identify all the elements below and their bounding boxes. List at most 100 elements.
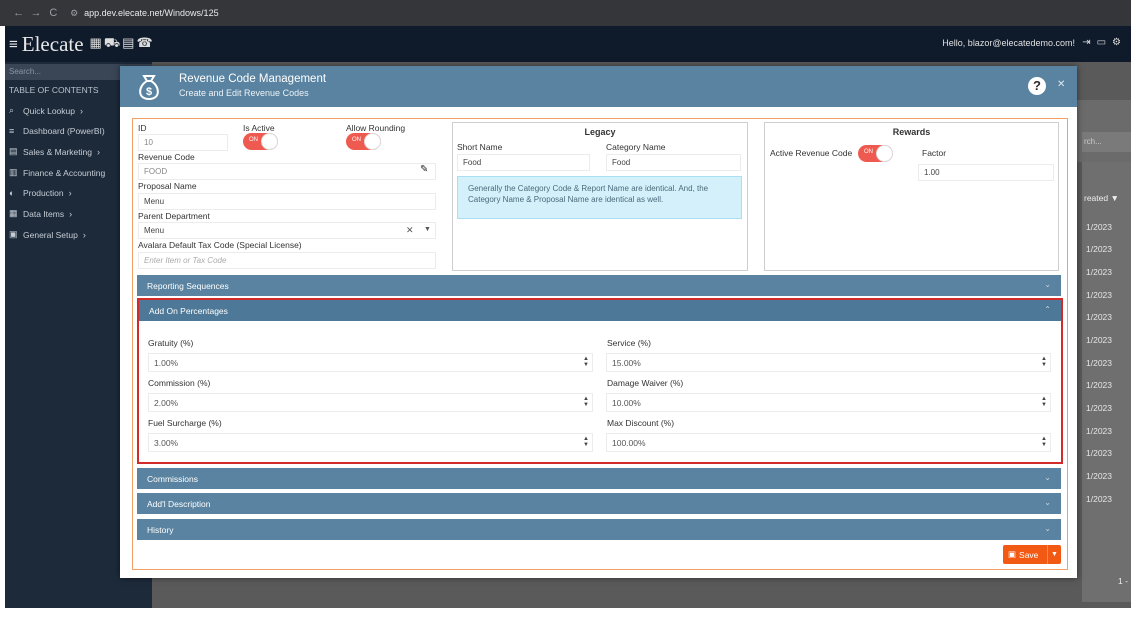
address-bar[interactable]: ⚙ app.dev.elecate.net/Windows/125 xyxy=(70,3,1131,23)
grid-icon: ▦ xyxy=(9,208,18,218)
commission-input[interactable]: 2.00% ▲ ▼ xyxy=(148,393,593,412)
forward-icon[interactable]: → xyxy=(27,7,44,19)
active-revenue-code-label: Active Revenue Code xyxy=(770,148,853,158)
stepper-icon: ▲ ▼ xyxy=(583,436,589,448)
damage-waiver-input[interactable]: 10.00% ▲ ▼ xyxy=(606,393,1051,412)
production-icon: ◐ xyxy=(9,188,15,198)
parent-department-select[interactable]: Menu xyxy=(138,222,436,239)
search-icon: ⌕ xyxy=(9,105,15,115)
user-greeting: Hello, blazor@elecatedemo.com! xyxy=(942,38,1075,48)
tax-code-input[interactable]: Enter Item or Tax Code xyxy=(138,252,436,269)
app-header: ≡ Elecate ▦⛟▤☎ Hello, blazor@elecatedemo… xyxy=(5,26,1131,62)
background-date-cell: 1/2023 xyxy=(1086,358,1112,368)
browser-toolbar: ← → C ⚙ app.dev.elecate.net/Windows/125 xyxy=(0,0,1131,26)
chevron-down-icon[interactable]: ▼ xyxy=(424,226,431,233)
background-date-cell: 1/2023 xyxy=(1086,267,1112,277)
background-pager: 1 - xyxy=(1118,576,1128,586)
fuel-surcharge-label: Fuel Surcharge (%) xyxy=(148,418,222,428)
filter-icon: ▼ xyxy=(1110,193,1119,203)
header-action-icons[interactable]: ⇥▭⚙ xyxy=(1082,37,1127,48)
chart-icon: ▤ xyxy=(9,146,18,156)
id-label: ID xyxy=(138,123,147,133)
help-icon[interactable]: ? xyxy=(1028,77,1046,95)
reload-icon[interactable]: C xyxy=(45,7,62,19)
active-revenue-code-toggle[interactable]: ON xyxy=(858,145,893,162)
chevron-right-icon: › xyxy=(79,105,83,116)
chevron-down-icon: ⌄ xyxy=(1044,280,1051,289)
category-name-field[interactable]: Food xyxy=(606,154,741,171)
background-date-cell: 1/2023 xyxy=(1086,471,1112,481)
url-text: app.dev.elecate.net/Windows/125 xyxy=(84,8,219,18)
damage-waiver-label: Damage Waiver (%) xyxy=(607,378,684,388)
background-date-cell: 1/2023 xyxy=(1086,448,1112,458)
brand-name: Elecate xyxy=(21,31,84,56)
revenue-code-field[interactable]: FOOD xyxy=(138,163,436,180)
chevron-down-icon: ⌄ xyxy=(1044,498,1051,507)
background-date-cell: 1/2023 xyxy=(1086,222,1112,232)
site-info-icon[interactable]: ⚙ xyxy=(70,8,78,19)
stepper-icon: ▲ ▼ xyxy=(583,356,589,368)
chevron-up-icon: ⌃ xyxy=(1044,305,1051,314)
menu-icon: ≡ xyxy=(9,126,15,136)
is-active-label: Is Active xyxy=(243,123,275,133)
clear-icon[interactable]: ✕ xyxy=(406,225,414,236)
tax-code-label: Avalara Default Tax Code (Special Licens… xyxy=(138,240,302,250)
short-name-field[interactable]: Food xyxy=(457,154,590,171)
background-date-cell: 1/2023 xyxy=(1086,494,1112,504)
id-field[interactable]: 10 xyxy=(138,134,228,151)
modal-header: $ Revenue Code Management Create and Edi… xyxy=(120,66,1077,107)
background-date-cell: 1/2023 xyxy=(1086,312,1112,322)
is-active-toggle[interactable]: ON xyxy=(243,133,278,150)
brand-logo[interactable]: ≡ Elecate ▦⛟▤☎ xyxy=(5,32,155,57)
modal-subtitle: Create and Edit Revenue Codes xyxy=(179,88,309,98)
background-date-cell: 1/2023 xyxy=(1086,426,1112,436)
chevron-down-icon: ⌄ xyxy=(1044,473,1051,482)
commission-label: Commission (%) xyxy=(148,378,211,388)
chevron-right-icon: › xyxy=(96,146,100,157)
background-search-input: rch... xyxy=(1082,132,1131,152)
hamburger-icon[interactable]: ≡ xyxy=(9,36,18,53)
allow-rounding-toggle[interactable]: ON xyxy=(346,133,381,150)
allow-rounding-label: Allow Rounding xyxy=(346,123,406,133)
factor-label: Factor xyxy=(922,148,947,158)
background-date-cell: 1/2023 xyxy=(1086,244,1112,254)
save-button[interactable]: ▣ Save ▼ xyxy=(1003,545,1061,564)
short-name-label: Short Name xyxy=(457,142,503,152)
back-icon[interactable]: ← xyxy=(10,7,27,19)
add-on-percentages-section[interactable]: Add On Percentages ⌃ xyxy=(139,300,1061,321)
max-discount-input[interactable]: 100.00% ▲ ▼ xyxy=(606,433,1051,452)
bank-icon: ▥ xyxy=(9,167,18,177)
max-discount-label: Max Discount (%) xyxy=(607,418,675,428)
reporting-sequences-section[interactable]: Reporting Sequences ⌄ xyxy=(137,275,1061,296)
background-date-cell: 1/2023 xyxy=(1086,380,1112,390)
gratuity-input[interactable]: 1.00% ▲ ▼ xyxy=(148,353,593,372)
parent-department-label: Parent Department xyxy=(138,211,210,221)
factor-field[interactable]: 1.00 xyxy=(918,164,1054,181)
service-label: Service (%) xyxy=(607,338,651,348)
fuel-surcharge-input[interactable]: 3.00% ▲ ▼ xyxy=(148,433,593,452)
background-column-header: reated ▼ xyxy=(1084,193,1119,203)
proposal-name-label: Proposal Name xyxy=(138,181,197,191)
history-section[interactable]: History ⌄ xyxy=(137,519,1061,540)
close-icon[interactable]: ✕ xyxy=(1057,79,1065,90)
chevron-right-icon: › xyxy=(69,208,73,219)
commissions-section[interactable]: Commissions ⌄ xyxy=(137,468,1061,489)
legacy-info-note: Generally the Category Code & Report Nam… xyxy=(457,176,742,219)
save-dropdown-caret-icon[interactable]: ▼ xyxy=(1047,545,1061,564)
proposal-name-field[interactable]: Menu xyxy=(138,193,436,210)
additional-description-section[interactable]: Add'l Description ⌄ xyxy=(137,493,1061,514)
gratuity-label: Gratuity (%) xyxy=(148,338,194,348)
chevron-right-icon: › xyxy=(82,229,86,240)
stepper-icon: ▲ ▼ xyxy=(1041,436,1047,448)
background-date-cell: 1/2023 xyxy=(1086,290,1112,300)
background-date-cell: 1/2023 xyxy=(1086,335,1112,345)
edit-pencil-icon[interactable]: ✎ xyxy=(420,164,428,175)
money-bag-icon: $ xyxy=(139,75,159,101)
chevron-right-icon: › xyxy=(68,188,72,198)
svg-text:$: $ xyxy=(146,86,152,98)
rewards-panel: Rewards xyxy=(764,122,1059,271)
service-input[interactable]: 15.00% ▲ ▼ xyxy=(606,353,1051,372)
floppy-icon: ▣ xyxy=(1008,549,1017,559)
rewards-title: Rewards xyxy=(892,127,931,137)
header-shortcut-icons[interactable]: ▦⛟▤☎ xyxy=(90,35,155,53)
